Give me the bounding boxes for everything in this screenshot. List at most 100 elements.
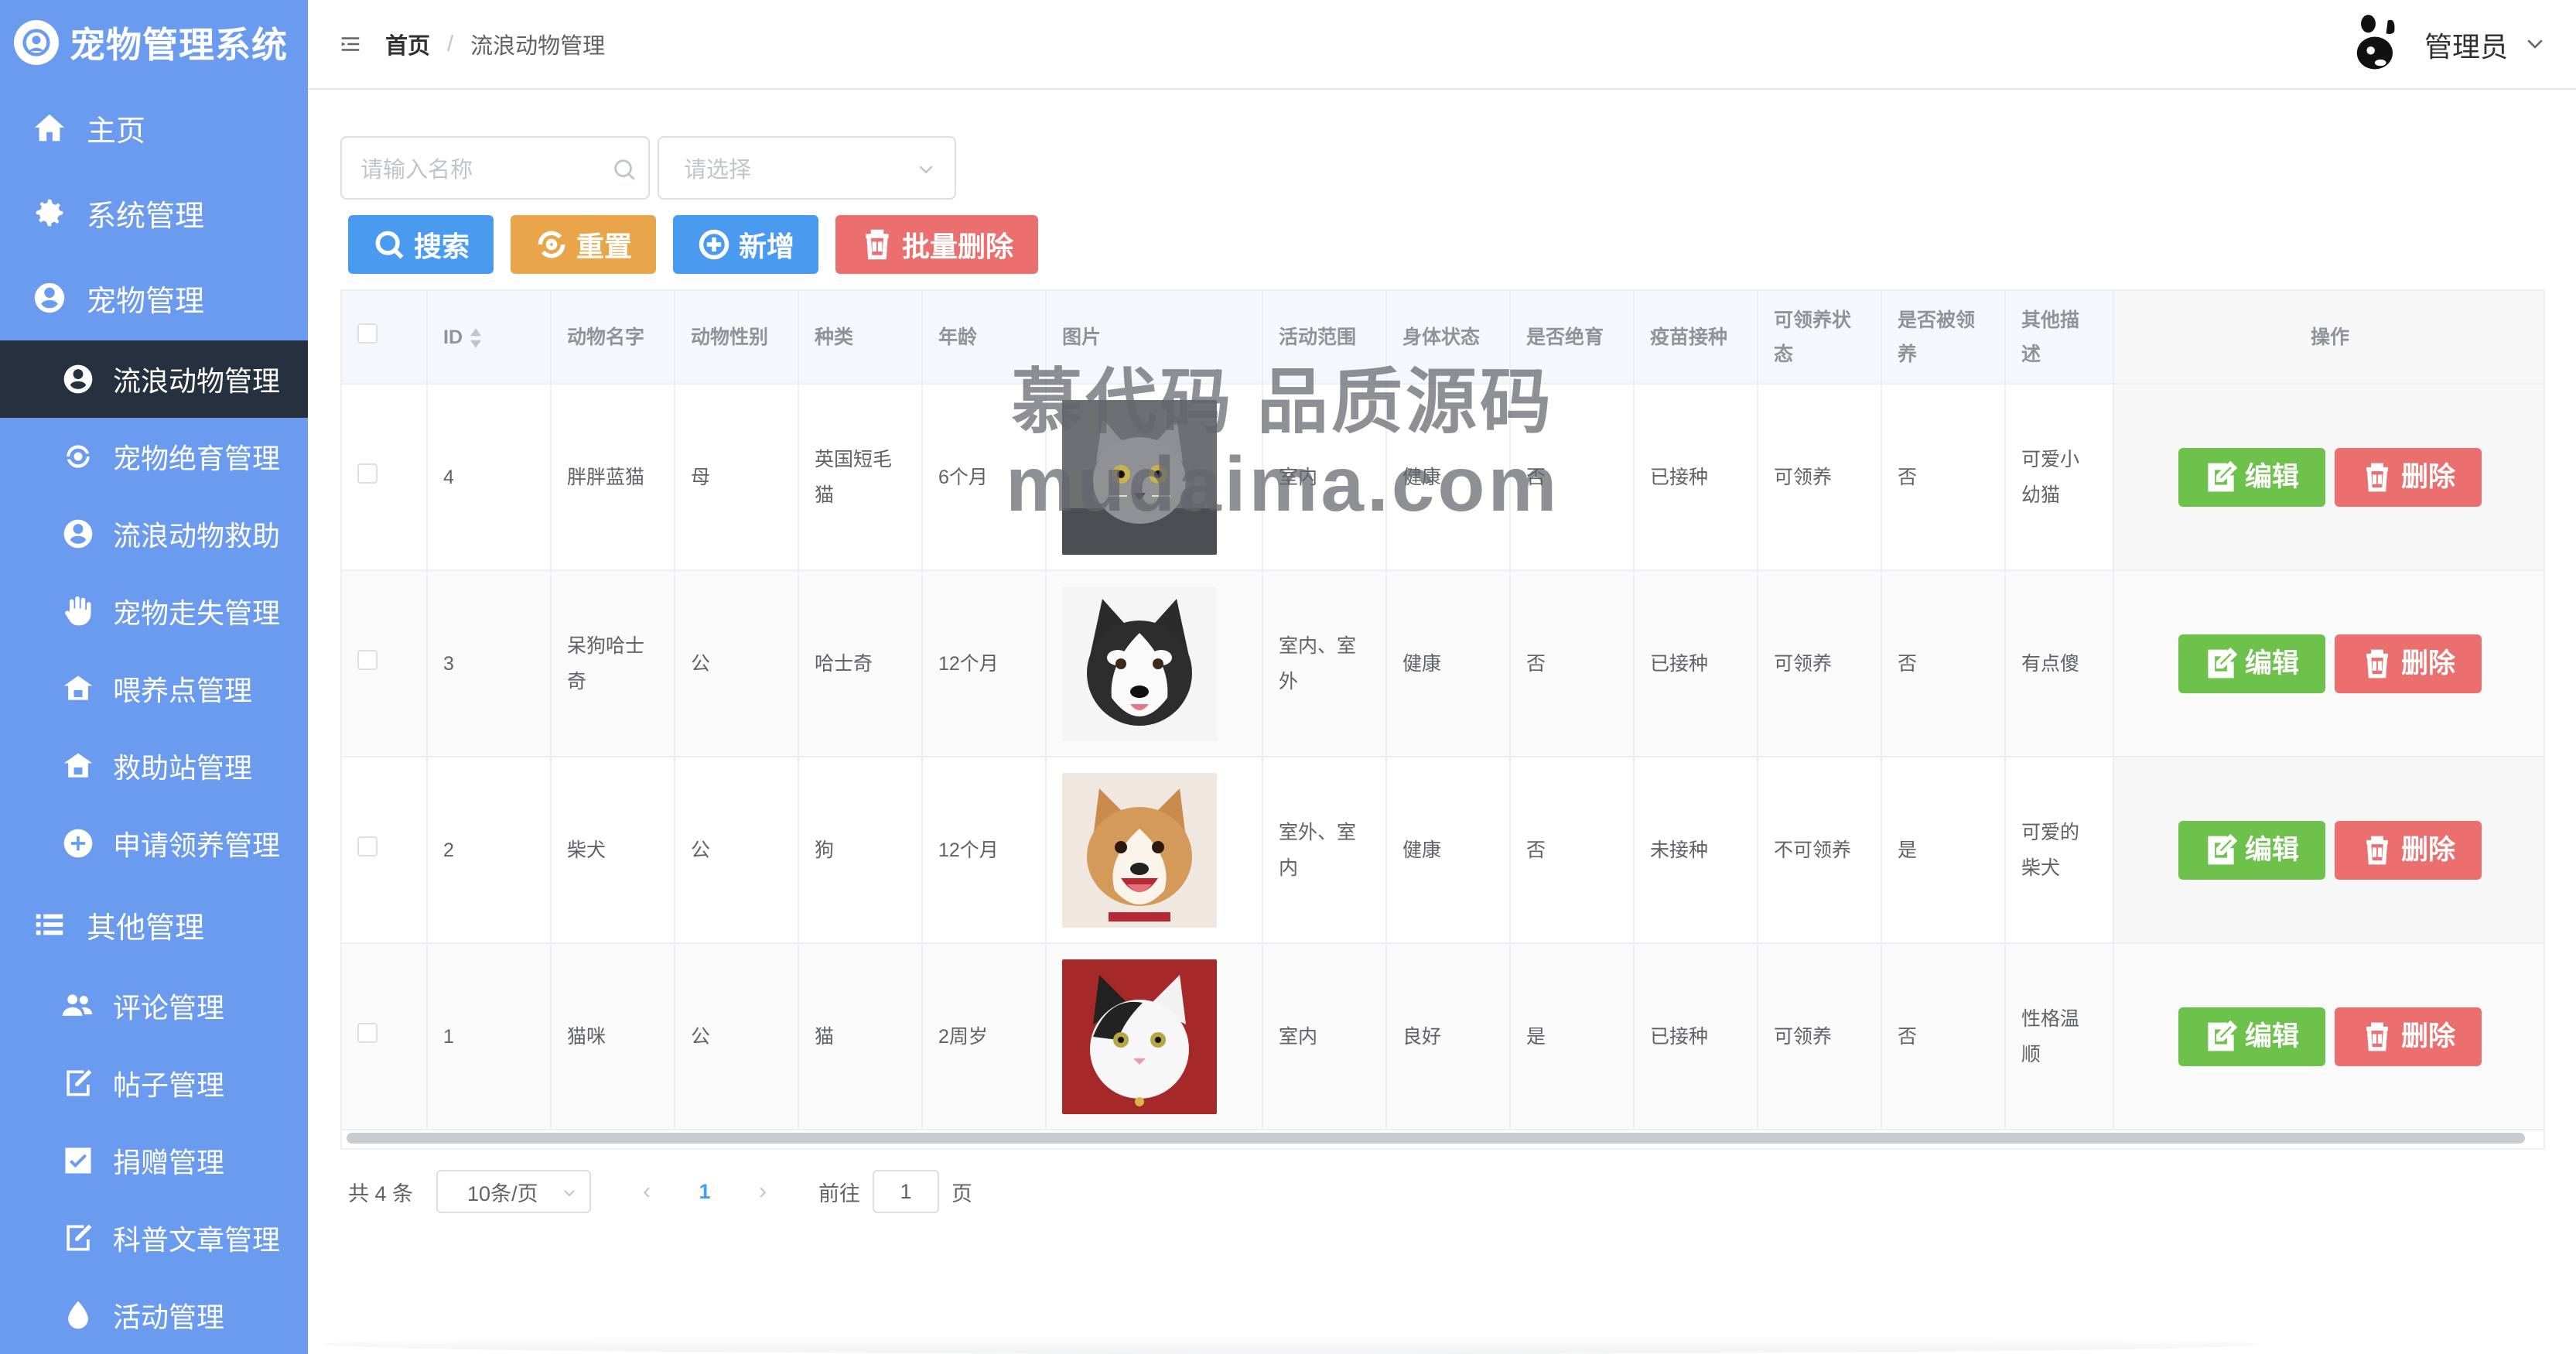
page-number[interactable]: 1: [685, 1180, 724, 1204]
cell-health: 健康: [1386, 757, 1511, 944]
edit-button-label: 编辑: [2244, 648, 2299, 679]
cell-desc: 性格温顺: [2005, 943, 2114, 1130]
cell-desc: 可爱的柴犬: [2005, 757, 2114, 944]
pet-image[interactable]: [1062, 399, 1217, 555]
category-select[interactable]: 请选择: [658, 136, 956, 200]
breadcrumb-home[interactable]: 首页: [385, 28, 430, 60]
delete-button[interactable]: 删除: [2335, 1007, 2482, 1066]
sidebar-item-home[interactable]: 主页: [0, 85, 308, 170]
reset-button[interactable]: 重置: [511, 215, 656, 274]
breadcrumb: 首页 / 流浪动物管理: [385, 28, 605, 60]
sidebar-item-articles[interactable]: 科普文章管理: [0, 1199, 308, 1277]
edit-button[interactable]: 编辑: [2178, 1007, 2325, 1066]
sidebar-item-label: 评论管理: [113, 992, 225, 1024]
edit-icon: [2208, 647, 2237, 678]
pagination: 共 4 条 10条/页 ‹ 1 › 前往 1 页: [348, 1170, 972, 1213]
pet-image[interactable]: [1062, 586, 1217, 741]
delete-button[interactable]: 删除: [2335, 634, 2482, 693]
sidebar-item-feeding[interactable]: 喂养点管理: [0, 650, 308, 727]
search-button[interactable]: 搜索: [348, 215, 494, 274]
sidebar-item-other[interactable]: 其他管理: [0, 882, 308, 967]
breadcrumb-current: 流浪动物管理: [470, 34, 606, 59]
cell-health: 健康: [1386, 570, 1511, 757]
pet-image[interactable]: [1062, 772, 1217, 928]
goto-page-input[interactable]: 1: [873, 1170, 940, 1213]
cell-age: 12个月: [922, 757, 1047, 944]
page-size-select[interactable]: 10条/页: [436, 1170, 592, 1213]
sort-icon[interactable]: [469, 327, 483, 349]
next-page-button[interactable]: ›: [747, 1178, 778, 1205]
delete-button-label: 删除: [2400, 834, 2455, 865]
sidebar-item-adoption[interactable]: 申请领养管理: [0, 805, 308, 882]
pet-icon: [59, 515, 97, 553]
check-icon: [59, 1141, 97, 1180]
row-checkbox[interactable]: [357, 649, 378, 670]
sidebar-item-stray-animals[interactable]: 流浪动物管理: [0, 340, 308, 418]
edit-button[interactable]: 编辑: [2178, 820, 2325, 880]
column-header: 可领养状态: [1758, 291, 1882, 385]
cell-actions: 编辑 删除: [2113, 757, 2544, 944]
user-name: 管理员: [2424, 31, 2508, 63]
edit-button-label: 编辑: [2244, 1021, 2299, 1051]
sidebar-item-label: 申请领养管理: [113, 829, 281, 861]
category-select-placeholder: 请选择: [684, 158, 752, 183]
edit-button[interactable]: 编辑: [2178, 634, 2325, 693]
refresh-icon: [59, 437, 97, 476]
sidebar-item-lost[interactable]: 宠物走失管理: [0, 573, 308, 650]
sidebar-item-neuter[interactable]: 宠物绝育管理: [0, 418, 308, 495]
user-menu[interactable]: 管理员: [2344, 11, 2547, 79]
sidebar-item-rescue[interactable]: 流浪动物救助: [0, 495, 308, 573]
sidebar-item-label: 救助站管理: [113, 752, 253, 784]
cell-neutered: 否: [1510, 570, 1635, 757]
column-header: 动物名字: [551, 291, 675, 385]
cell-adopted: 否: [1881, 384, 2006, 571]
column-header: 疫苗接种: [1634, 291, 1758, 385]
row-checkbox[interactable]: [357, 463, 378, 484]
sidebar-item-label: 系统管理: [87, 200, 205, 233]
cell-name: 胖胖蓝猫: [551, 384, 675, 571]
cell-adoptable: 可领养: [1758, 384, 1882, 571]
delete-button-label: 删除: [2400, 1021, 2455, 1051]
menu-fold-icon[interactable]: [339, 31, 365, 57]
column-header: 操作: [2113, 291, 2544, 385]
edit-button[interactable]: 编辑: [2178, 447, 2325, 507]
sidebar-item-donation[interactable]: 捐赠管理: [0, 1122, 308, 1199]
name-search-input[interactable]: 请输入名称: [340, 136, 650, 200]
sidebar-item-station[interactable]: 救助站管理: [0, 727, 308, 805]
search-button-label: 搜索: [413, 231, 470, 262]
prev-page-button[interactable]: ‹: [631, 1178, 662, 1205]
select-all-checkbox[interactable]: [357, 323, 378, 344]
breadcrumb-separator: /: [447, 31, 454, 56]
row-checkbox[interactable]: [357, 1022, 378, 1043]
cell-range: 室内: [1262, 384, 1387, 571]
sidebar-item-posts[interactable]: 帖子管理: [0, 1045, 308, 1122]
select-all-cell: [342, 291, 428, 385]
column-header: 种类: [798, 291, 923, 385]
add-button[interactable]: 新增: [673, 215, 818, 274]
sidebar-item-label: 捐赠管理: [113, 1147, 225, 1178]
sidebar-item-pet[interactable]: 宠物管理: [0, 255, 308, 340]
cell-id: 2: [427, 757, 552, 944]
sidebar-item-activities[interactable]: 活动管理: [0, 1277, 308, 1354]
sidebar-item-label: 流浪动物管理: [113, 365, 281, 397]
cell-neutered: 是: [1510, 943, 1635, 1130]
horizontal-scrollbar[interactable]: [347, 1133, 2525, 1144]
cell-adoptable: 可领养: [1758, 943, 1882, 1130]
edit-icon: [2208, 460, 2237, 491]
column-header[interactable]: ID: [427, 291, 552, 385]
batch-delete-button[interactable]: 批量删除: [835, 215, 1038, 274]
filter-bar: 请输入名称 请选择: [340, 136, 956, 200]
sidebar-item-comments[interactable]: 评论管理: [0, 967, 308, 1045]
add-circle-icon: [59, 824, 97, 863]
pet-image[interactable]: [1062, 959, 1217, 1114]
brand: 宠物管理系统: [0, 0, 308, 85]
cell-adoptable: 不可领养: [1758, 757, 1882, 944]
row-checkbox[interactable]: [357, 836, 378, 857]
pet-icon: [59, 360, 97, 398]
delete-button[interactable]: 删除: [2335, 820, 2482, 880]
delete-button[interactable]: 删除: [2335, 447, 2482, 507]
name-search-placeholder: 请输入名称: [360, 158, 473, 183]
cell-vaccine: 未接种: [1634, 757, 1758, 944]
sidebar-item-system[interactable]: 系统管理: [0, 170, 308, 255]
batch-delete-button-label: 批量删除: [901, 231, 1013, 262]
